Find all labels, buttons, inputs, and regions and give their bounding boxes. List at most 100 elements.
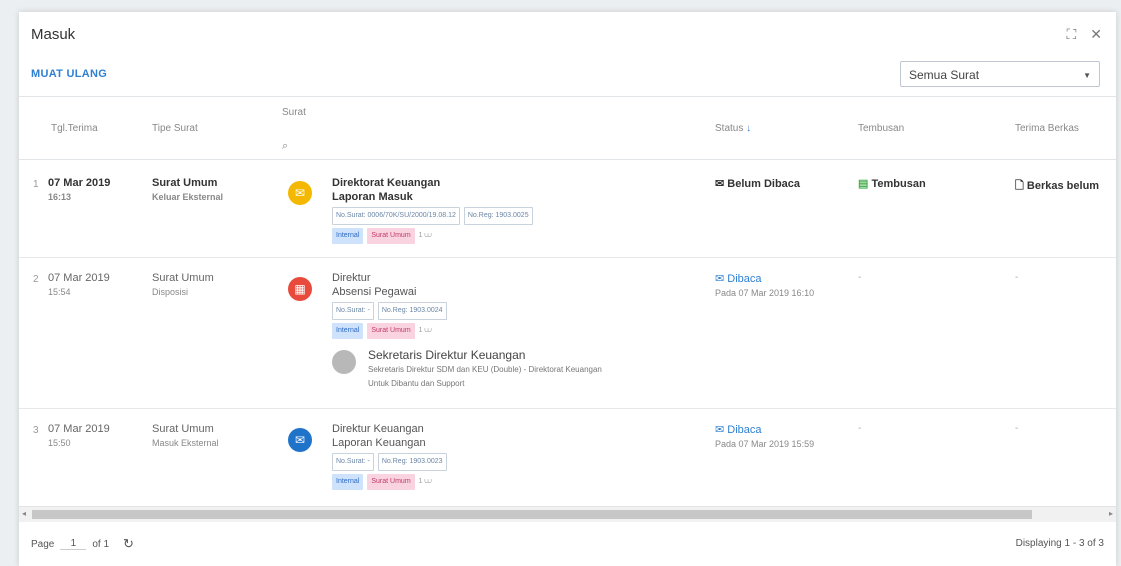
table-row[interactable]: 3 07 Mar 2019 15:50 Surat Umum Masuk Eks… — [19, 409, 1116, 505]
letter-info: Direktorat Keuangan Laporan Masuk No.Sur… — [332, 176, 533, 244]
time-text: 16:13 — [48, 192, 72, 202]
filter-value: Semua Surat — [909, 68, 980, 82]
read-date: Pada 07 Mar 2019 15:59 — [715, 439, 815, 449]
tembusan-status: - — [858, 423, 862, 434]
letter-number: No.Surat: - — [332, 453, 374, 471]
sender: Direktorat Keuangan — [332, 177, 441, 189]
attachment-count: 1 ⩊ — [418, 478, 432, 485]
status-text: Dibaca — [727, 424, 762, 436]
subtype-text: Disposisi — [152, 287, 189, 297]
date-text: 07 Mar 2019 — [48, 423, 110, 435]
status-text: Belum Dibaca — [727, 178, 801, 190]
date-text: 07 Mar 2019 — [48, 177, 111, 189]
tag-surat-umum: Surat Umum — [367, 228, 415, 244]
tag-surat-umum: Surat Umum — [367, 474, 415, 490]
letter-number: No.Surat: 0006/70K/SU/2000/19.08.12 — [332, 207, 460, 225]
avatar — [332, 350, 356, 374]
sender: Direktur Keuangan — [332, 423, 424, 435]
envelope-open-icon: ✉ — [715, 424, 725, 436]
envelope-closed-icon: ✉ — [715, 178, 725, 190]
table-row[interactable]: 2 07 Mar 2019 15:54 Surat Umum Disposisi… — [19, 258, 1116, 409]
status-read: ✉ Dibaca Pada 07 Mar 2019 16:10 — [715, 272, 814, 298]
display-count: Displaying 1 - 3 of 3 — [1015, 538, 1104, 549]
scroll-left-icon[interactable]: ◂ — [22, 509, 26, 518]
page-number-input[interactable]: 1 — [60, 538, 87, 550]
received-date: 07 Mar 2019 15:54 — [48, 272, 110, 297]
col-tgl-terima[interactable]: Tgl.Terima — [51, 123, 98, 134]
col-terima-berkas[interactable]: Terima Berkas — [1015, 123, 1079, 134]
table-header: Tgl.Terima Tipe Surat Surat ⌕ Status ↓ T… — [19, 96, 1116, 160]
date-text: 07 Mar 2019 — [48, 272, 110, 284]
type-text: Surat Umum — [152, 177, 218, 189]
row-number: 2 — [33, 274, 39, 285]
tembusan-text: Tembusan — [871, 178, 926, 190]
mail-icon: ✉ — [288, 181, 312, 205]
building-icon: ▦ — [288, 277, 312, 301]
col-surat[interactable]: Surat — [282, 107, 306, 118]
disposition-recipient: Sekretaris Direktur Keuangan — [368, 348, 526, 362]
tag-internal: Internal — [332, 228, 364, 244]
berkas-status: 🗋 Berkas belum — [1015, 177, 1099, 196]
subject: Laporan Masuk — [332, 191, 413, 203]
chevron-down-icon: ▼ — [1083, 71, 1091, 80]
disposition-detail: Sekretaris Direktur SDM dan KEU (Double)… — [368, 365, 602, 374]
col-tipe-surat[interactable]: Tipe Surat — [152, 123, 198, 134]
expand-icon[interactable]: ⛶ — [1066, 26, 1076, 43]
berkas-text: Berkas belum — [1026, 180, 1100, 192]
copy-icon: ▤ — [858, 178, 869, 190]
received-date: 07 Mar 2019 15:50 — [48, 423, 110, 448]
file-icon: 🗋 — [1015, 180, 1024, 192]
subtype-text: Keluar Eksternal — [152, 192, 224, 202]
sender: Direktur — [332, 272, 371, 284]
berkas-status: - — [1015, 423, 1019, 434]
type-text: Surat Umum — [152, 272, 214, 284]
letter-info: Direktur Absensi Pegawai No.Surat: - No.… — [332, 271, 447, 339]
received-date: 07 Mar 2019 16:13 — [48, 177, 110, 202]
subtype-text: Masuk Eksternal — [152, 438, 219, 448]
close-icon[interactable]: ✕ — [1090, 26, 1102, 43]
table-row[interactable]: 1 07 Mar 2019 16:13 Surat Umum Keluar Ek… — [19, 159, 1116, 258]
subject: Absensi Pegawai — [332, 286, 417, 298]
berkas-status: - — [1015, 272, 1019, 283]
time-text: 15:54 — [48, 287, 71, 297]
pagination-bar: Page 1 of 1 ↻ Displaying 1 - 3 of 3 — [19, 522, 1116, 566]
col-status[interactable]: Status ↓ — [715, 123, 751, 134]
col-tembusan[interactable]: Tembusan — [858, 123, 904, 134]
refresh-icon[interactable]: ↻ — [123, 536, 134, 552]
sort-desc-icon: ↓ — [746, 123, 752, 134]
letter-type: Surat Umum Masuk Eksternal — [152, 423, 219, 448]
time-text: 15:50 — [48, 438, 71, 448]
scroll-thumb[interactable] — [32, 510, 1032, 519]
letter-number: No.Surat: - — [332, 302, 374, 320]
tembusan-status: - — [858, 272, 862, 283]
tembusan-status: ▤ Tembusan — [858, 177, 926, 190]
letter-filter-select[interactable]: Semua Surat ▼ — [900, 61, 1100, 87]
status-unread: ✉ Belum Dibaca — [715, 177, 800, 190]
scroll-right-icon[interactable]: ▸ — [1109, 509, 1113, 518]
page-label: Page — [31, 538, 55, 550]
reload-button[interactable]: MUAT ULANG — [31, 68, 107, 80]
tag-internal: Internal — [332, 474, 364, 490]
tag-internal: Internal — [332, 323, 364, 339]
attachment-count: 1 ⩊ — [418, 232, 432, 239]
registration-number: No.Reg: 1903.0025 — [463, 207, 533, 225]
letter-type: Surat Umum Disposisi — [152, 272, 214, 297]
search-icon[interactable]: ⌕ — [282, 140, 288, 153]
subject: Laporan Keuangan — [332, 437, 426, 449]
letter-type: Surat Umum Keluar Eksternal — [152, 177, 223, 202]
col-status-label: Status — [715, 123, 744, 134]
envelope-open-icon: ✉ — [715, 273, 725, 285]
letter-info: Direktur Keuangan Laporan Keuangan No.Su… — [332, 422, 447, 490]
registration-number: No.Reg: 1903.0023 — [377, 453, 447, 471]
read-date: Pada 07 Mar 2019 16:10 — [715, 288, 815, 298]
type-text: Surat Umum — [152, 423, 214, 435]
page-of-label: of 1 — [92, 538, 110, 550]
window-title: Masuk — [31, 26, 76, 43]
open-mail-icon: ✉ — [288, 428, 312, 452]
status-read: ✉ Dibaca Pada 07 Mar 2019 15:59 — [715, 423, 814, 449]
attachment-count: 1 ⩊ — [418, 327, 432, 334]
row-number: 3 — [33, 425, 39, 436]
tag-surat-umum: Surat Umum — [367, 323, 415, 339]
inbox-window: Masuk ⛶ ✕ MUAT ULANG Semua Surat ▼ Tgl.T… — [19, 12, 1116, 566]
horizontal-scrollbar[interactable]: ◂ ▸ — [19, 506, 1116, 522]
